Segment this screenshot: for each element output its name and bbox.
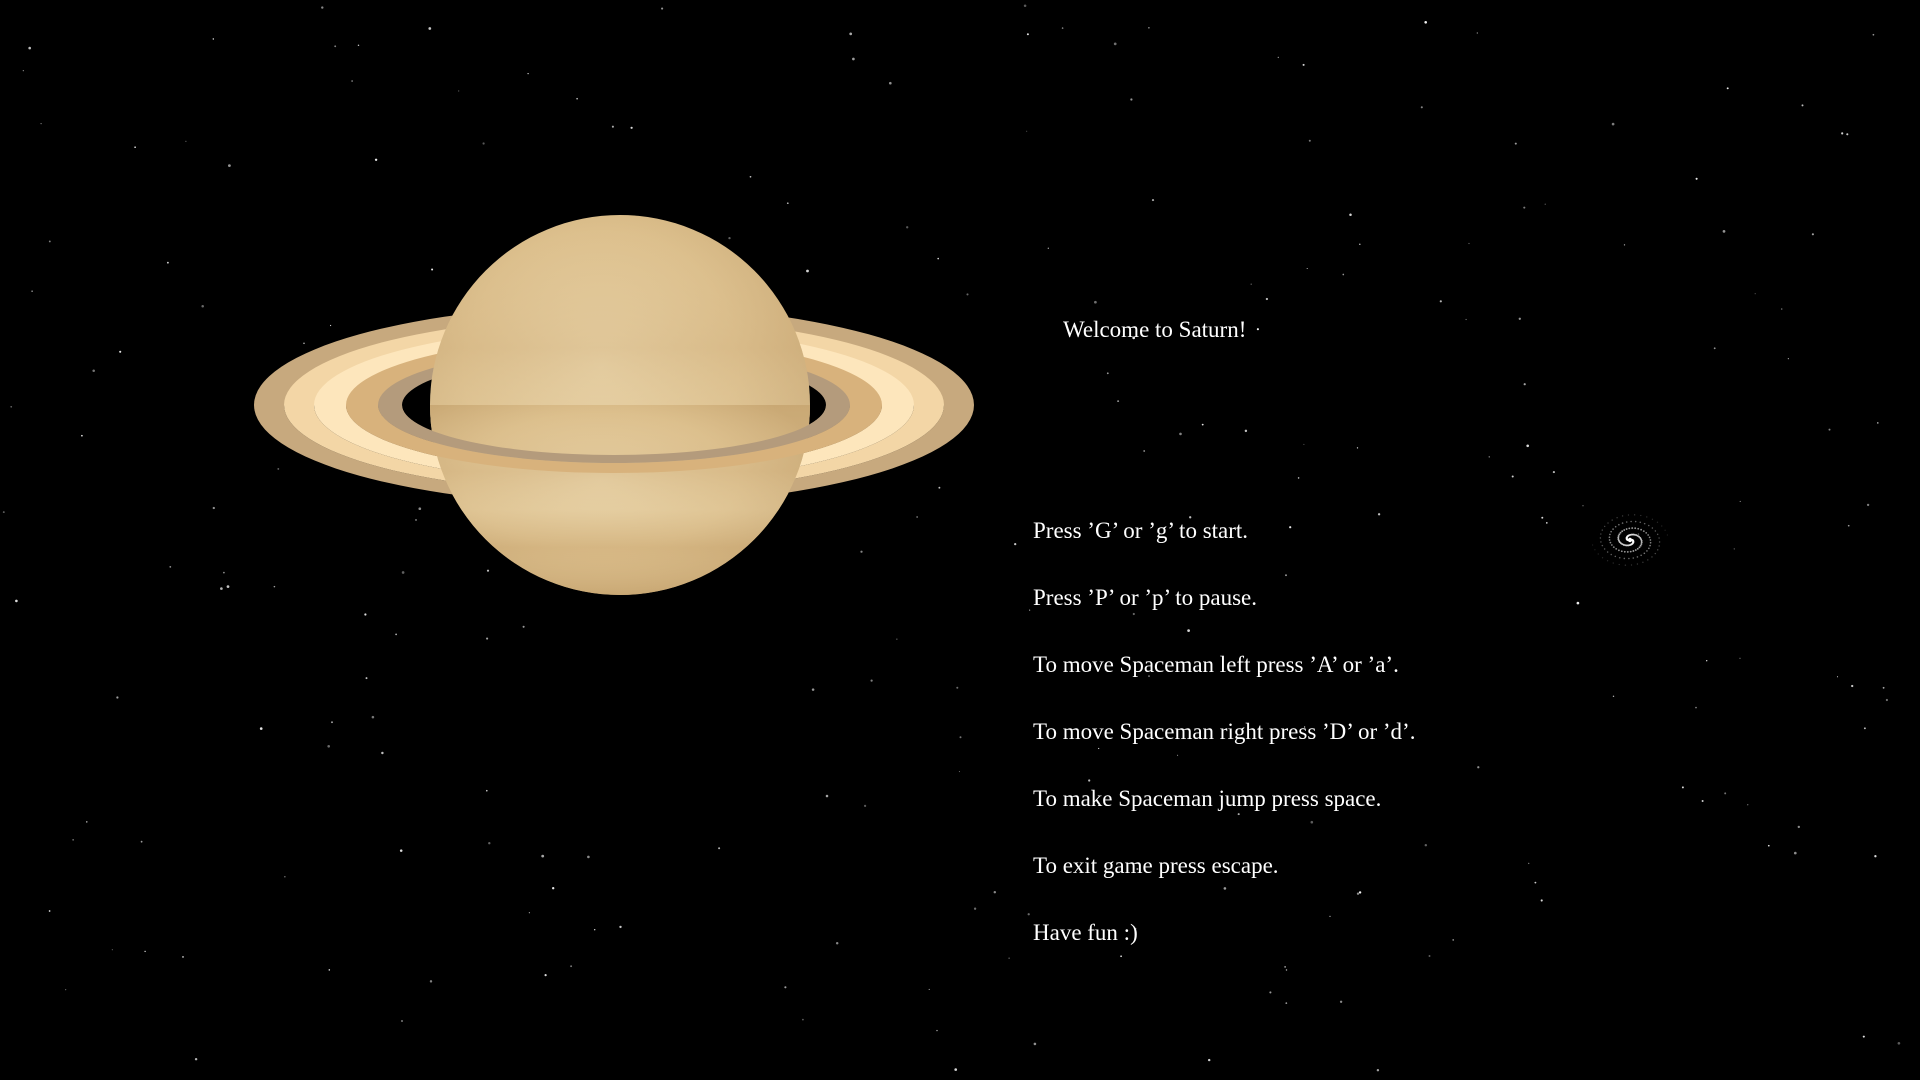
instruction-exit: To exit game press escape. (1033, 853, 1279, 878)
instruction-start: Press ’G’ or ’g’ to start. (1033, 518, 1249, 543)
spiral-galaxy-icon (1591, 514, 1669, 566)
instruction-have-fun: Have fun :) (1033, 920, 1138, 945)
instruction-pause: Press ’P’ or ’p’ to pause. (1033, 585, 1257, 610)
instruction-move-right: To move Spaceman right press ’D’ or ’d’. (1033, 719, 1416, 744)
instruction-jump: To make Spaceman jump press space. (1033, 786, 1382, 811)
instructions-list: Press ’G’ or ’g’ to start. Press ’P’ or … (1033, 517, 1415, 986)
instruction-move-left: To move Spaceman left press ’A’ or ’a’. (1033, 652, 1399, 677)
game-canvas[interactable]: Welcome to Saturn! Press ’G’ or ’g’ to s… (0, 0, 1920, 1080)
welcome-title: Welcome to Saturn! (1063, 317, 1247, 342)
